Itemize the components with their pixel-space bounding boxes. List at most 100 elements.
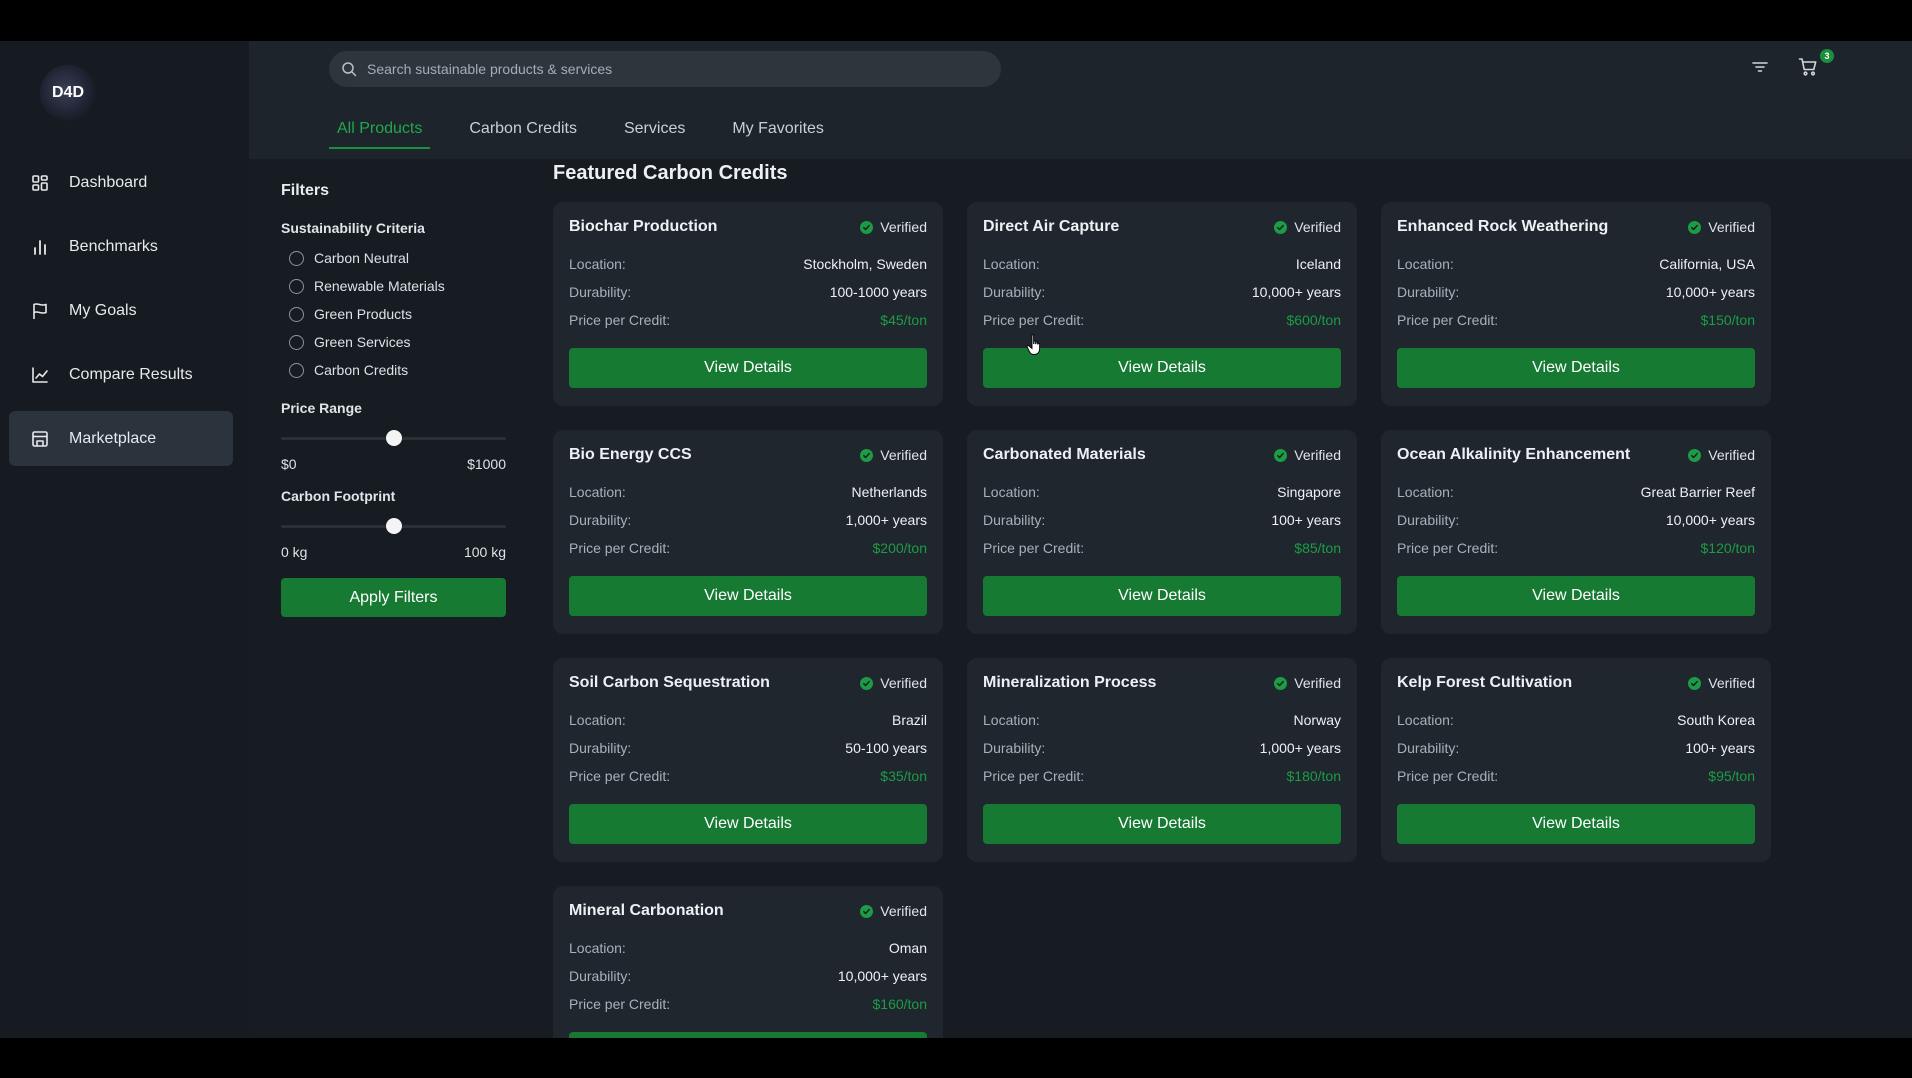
sidebar-item-benchmarks[interactable]: Benchmarks [9, 219, 233, 274]
check-circle-icon [860, 904, 874, 918]
slider-thumb[interactable] [385, 430, 402, 446]
price-value: $160/ton [872, 996, 928, 1012]
location-label: Location: [569, 256, 626, 272]
location-row: Location: Singapore [983, 483, 1341, 511]
search-input[interactable] [367, 61, 967, 77]
card-title: Biochar Production [569, 218, 718, 235]
sidebar-item-marketplace[interactable]: Marketplace [9, 411, 233, 466]
verified-label: Verified [1294, 219, 1341, 235]
verified-badge: Verified [860, 903, 927, 919]
price-label: Price per Credit: [569, 540, 671, 556]
location-label: Location: [983, 484, 1040, 500]
filter-icon[interactable] [1748, 55, 1772, 79]
sidebar-item-label: Compare Results [69, 365, 193, 383]
price-max-label: $1000 [467, 456, 506, 472]
price-label: Price per Credit: [569, 768, 671, 784]
search-bar[interactable] [329, 51, 1001, 87]
app-window: D4D Dashboard Benchmarks My Goals Compar… [0, 41, 1912, 1038]
view-details-button[interactable]: View Details [1397, 804, 1755, 844]
price-label: Price per Credit: [1397, 768, 1499, 784]
verified-label: Verified [1294, 447, 1341, 463]
durability-value: 100+ years [1685, 740, 1755, 756]
location-label: Location: [1397, 256, 1454, 272]
card-title: Mineralization Process [983, 674, 1157, 691]
radio-button[interactable] [289, 334, 304, 350]
check-circle-icon [860, 220, 874, 234]
verified-badge: Verified [860, 447, 927, 463]
price-row: Price per Credit: $150/ton [1397, 311, 1755, 339]
durability-row: Durability: 100+ years [983, 511, 1341, 539]
location-value: Iceland [1295, 256, 1341, 272]
criteria-option[interactable]: Carbon Neutral [281, 244, 506, 272]
verified-badge: Verified [860, 219, 927, 235]
location-value: Netherlands [851, 484, 928, 500]
sidebar-item-label: Dashboard [69, 173, 148, 191]
criteria-option[interactable]: Carbon Credits [281, 356, 506, 384]
radio-button[interactable] [289, 306, 304, 322]
price-range-slider[interactable] [281, 428, 506, 448]
sidebar-item-label: My Goals [69, 301, 137, 319]
durability-row: Durability: 10,000+ years [569, 967, 927, 995]
card-header: Carbonated Materials Verified [983, 446, 1341, 464]
durability-row: Durability: 100-1000 years [569, 283, 927, 311]
location-label: Location: [983, 256, 1040, 272]
view-details-button[interactable]: View Details [569, 804, 927, 844]
footprint-range-labels: 0 kg 100 kg [281, 544, 506, 560]
card-title: Direct Air Capture [983, 218, 1120, 235]
radio-button[interactable] [289, 362, 304, 378]
sidebar-item-label: Benchmarks [69, 237, 158, 255]
radio-button[interactable] [289, 278, 304, 294]
verified-label: Verified [1708, 675, 1755, 691]
view-details-button[interactable]: View Details [569, 348, 927, 388]
cart-count-badge: 3 [1820, 49, 1834, 63]
flag-icon [33, 302, 47, 319]
price-row: Price per Credit: $120/ton [1397, 539, 1755, 567]
verified-badge: Verified [1274, 219, 1341, 235]
sidebar-item-my-goals[interactable]: My Goals [9, 283, 233, 338]
sidebar-item-dashboard[interactable]: Dashboard [9, 155, 233, 210]
location-value: Oman [888, 940, 927, 956]
check-circle-icon [1274, 676, 1288, 690]
durability-label: Durability: [983, 740, 1046, 756]
radio-button[interactable] [289, 250, 304, 266]
top-letterbox [0, 0, 1912, 41]
footprint-min-label: 0 kg [281, 544, 308, 560]
grid-icon [32, 174, 48, 191]
carbon-footprint-slider[interactable] [281, 516, 506, 536]
view-details-button[interactable]: View Details [1397, 348, 1755, 388]
view-details-button[interactable]: View Details [983, 576, 1341, 616]
view-details-button[interactable]: View Details [569, 576, 927, 616]
slider-thumb[interactable] [385, 518, 402, 534]
cart-icon[interactable] [1796, 55, 1820, 79]
criteria-list: Carbon Neutral Renewable Materials Green P… [281, 244, 506, 384]
check-circle-icon [860, 448, 874, 462]
tab-all-products[interactable]: All Products [329, 109, 431, 149]
criteria-title: Sustainability Criteria [281, 220, 425, 236]
criteria-option[interactable]: Green Products [281, 300, 506, 328]
location-value: Brazil [891, 712, 927, 728]
product-card: Soil Carbon Sequestration Verified Locatio… [553, 658, 943, 862]
view-details-button[interactable]: View Details [983, 804, 1341, 844]
criteria-option[interactable]: Green Services [281, 328, 506, 356]
location-value: California, USA [1659, 256, 1755, 272]
durability-label: Durability: [569, 740, 632, 756]
filters-title: Filters [281, 182, 330, 199]
product-grid: Biochar Production Verified Location: Stock… [553, 202, 1893, 1038]
tab-services[interactable]: Services [616, 109, 693, 149]
price-value: $180/ton [1286, 768, 1342, 784]
price-label: Price per Credit: [569, 996, 671, 1012]
location-row: Location: Iceland [983, 255, 1341, 283]
tab-carbon-credits[interactable]: Carbon Credits [461, 109, 585, 149]
store-icon [32, 430, 48, 447]
tab-my-favorites[interactable]: My Favorites [724, 109, 832, 149]
app-logo[interactable]: D4D [40, 65, 96, 121]
view-details-button[interactable]: View Details [1397, 576, 1755, 616]
apply-filters-button[interactable]: Apply Filters [281, 578, 506, 617]
durability-label: Durability: [569, 284, 632, 300]
location-row: Location: Netherlands [569, 483, 927, 511]
verified-badge: Verified [1274, 675, 1341, 691]
criteria-option[interactable]: Renewable Materials [281, 272, 506, 300]
sidebar-item-compare-results[interactable]: Compare Results [9, 347, 233, 402]
product-card: Biochar Production Verified Location: Stock… [553, 202, 943, 406]
page-title: Featured Carbon Credits [553, 162, 788, 184]
